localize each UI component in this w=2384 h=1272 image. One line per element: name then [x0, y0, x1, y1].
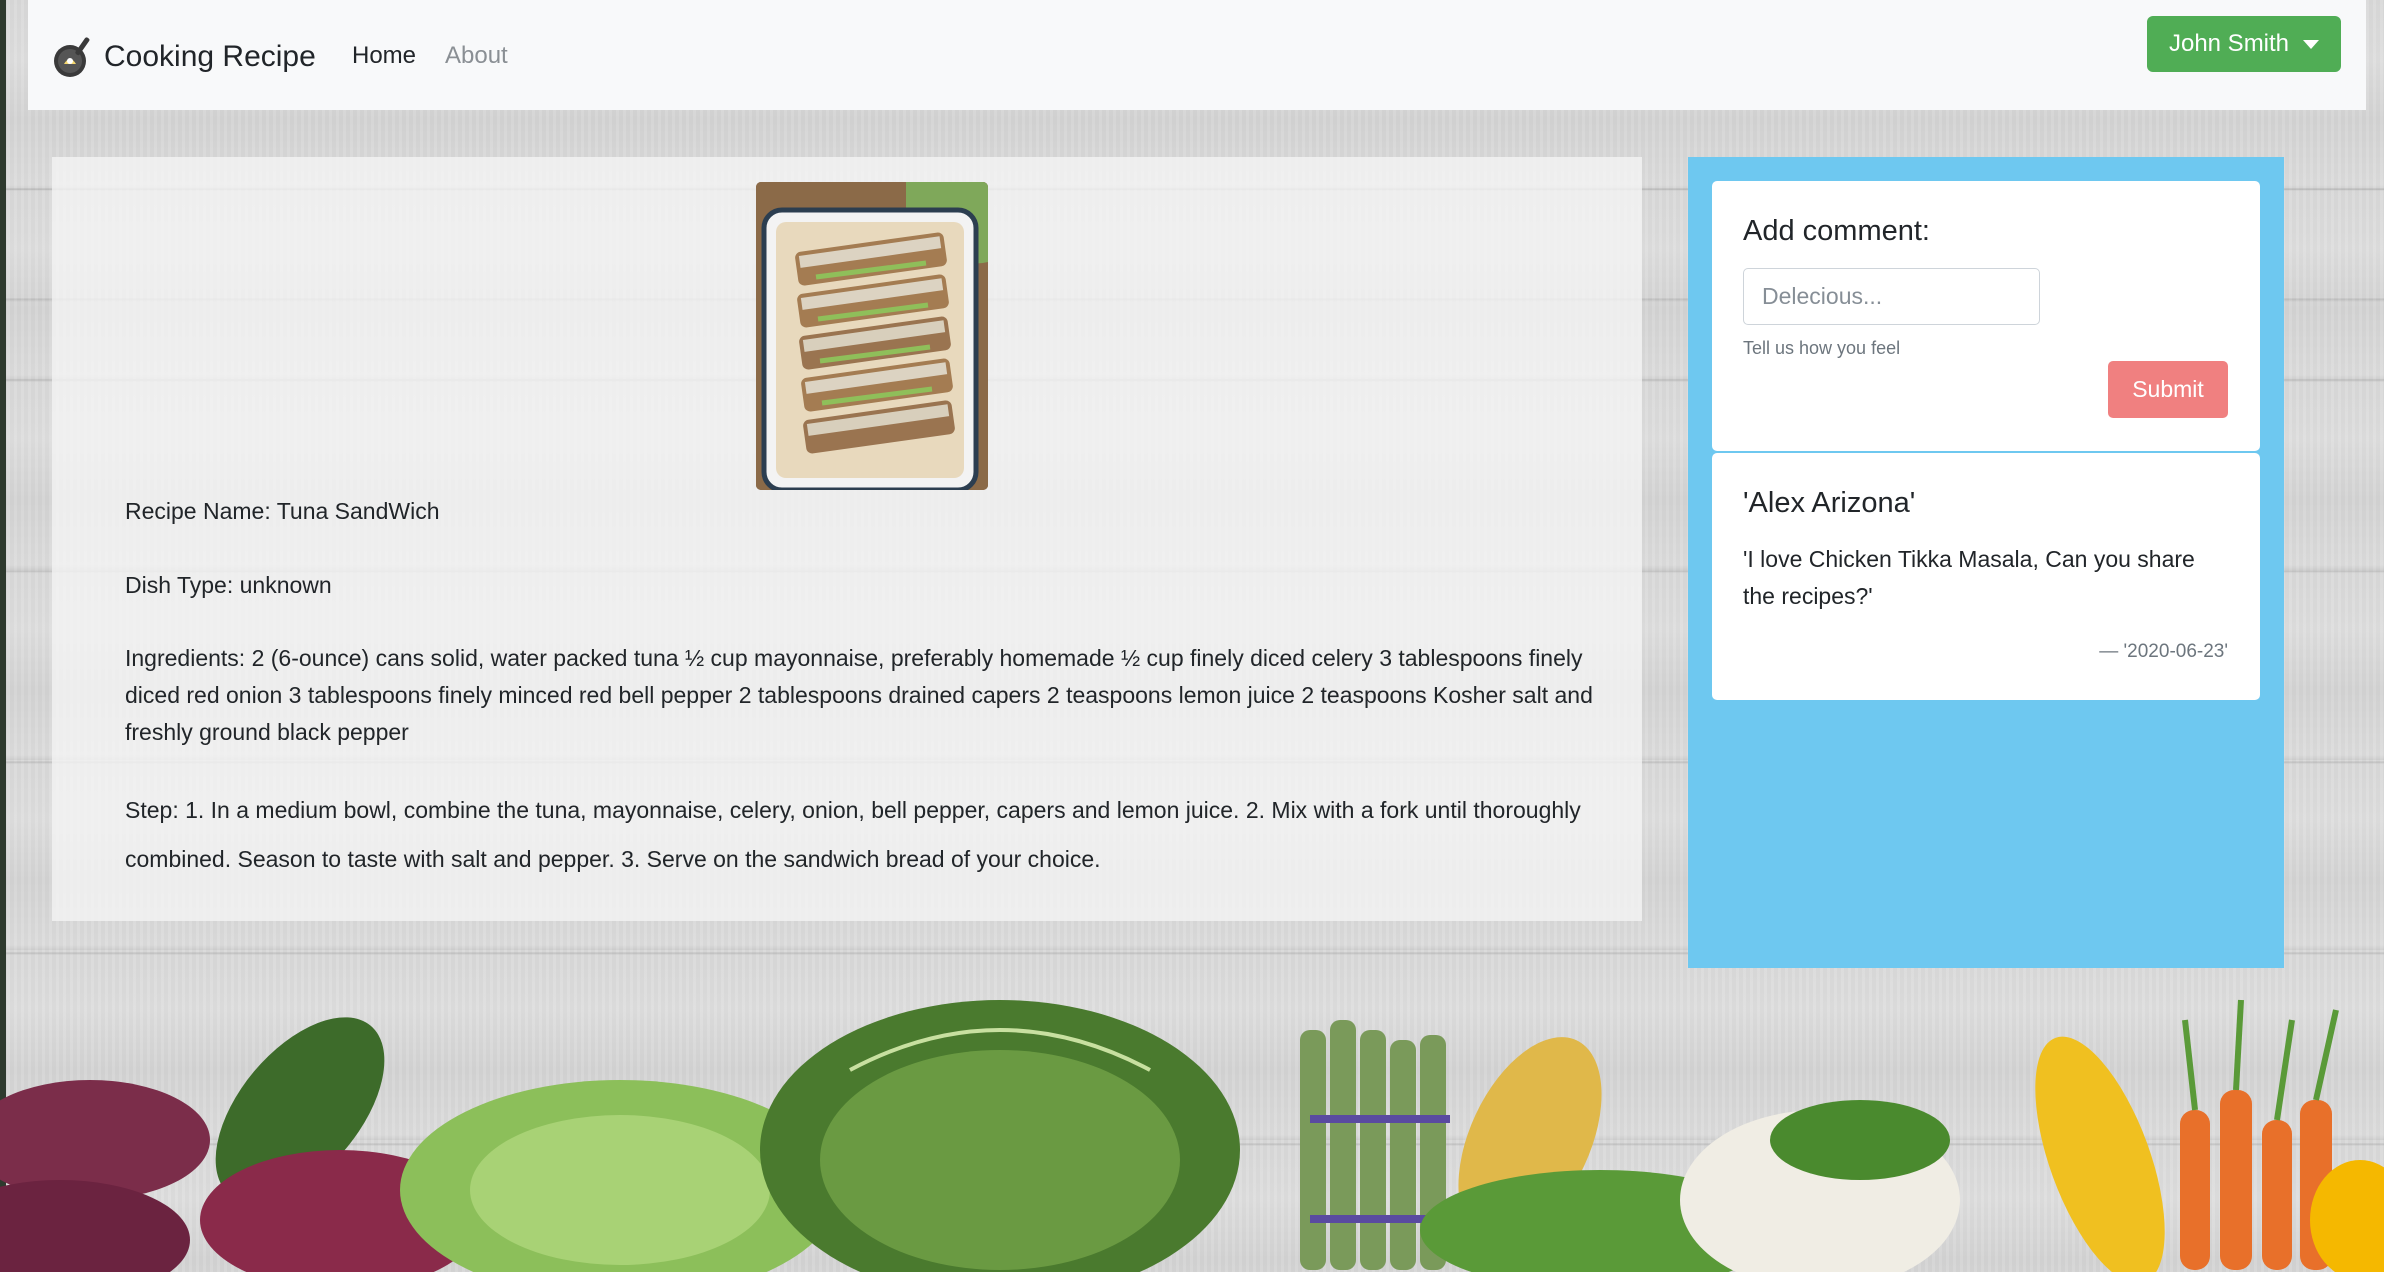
comment-text: 'I love Chicken Tikka Masala, Can you sh… [1743, 546, 2195, 609]
brand-title: Cooking Recipe [104, 40, 316, 73]
recipe-image [756, 182, 988, 490]
user-menu-button[interactable]: John Smith [2147, 16, 2341, 72]
help-text: Tell us how you feel [1743, 338, 1901, 358]
comment-author: 'Alex Arizona' [1743, 487, 1916, 519]
brand[interactable]: Cooking Recipe [50, 34, 316, 80]
ingredients: Ingredients: 2 (6-ounce) cans solid, wat… [125, 645, 1593, 745]
frying-pan-icon [54, 37, 90, 77]
recipe-card: Recipe Name: Tuna SandWich Dish Type: un… [52, 157, 1642, 921]
form-title: Add comment: [1743, 215, 1930, 247]
nav-link-home[interactable]: Home [352, 42, 416, 70]
recipe-name: Recipe Name: Tuna SandWich [125, 498, 440, 524]
steps: Step: 1. In a medium bowl, combine the t… [125, 797, 1581, 872]
navbar: Cooking Recipe Home About John Smith [28, 0, 2366, 110]
caret-down-icon [2303, 39, 2320, 49]
submit-button[interactable]: Submit [2108, 361, 2228, 418]
dish-type: Dish Type: unknown [125, 572, 332, 598]
comment-card: 'Alex Arizona' 'I love Chicken Tikka Mas… [1712, 453, 2260, 700]
comment-input[interactable] [1743, 268, 2040, 325]
vegetables-image [0, 999, 2384, 1272]
comments-panel: Add comment: Tell us how you feel Submit… [1688, 157, 2284, 968]
comment-date: — '2020-06-23' [2099, 641, 2228, 662]
comment-form: Add comment: Tell us how you feel Submit [1712, 181, 2260, 451]
nav-link-about[interactable]: About [445, 42, 508, 70]
user-name: John Smith [2168, 30, 2290, 57]
